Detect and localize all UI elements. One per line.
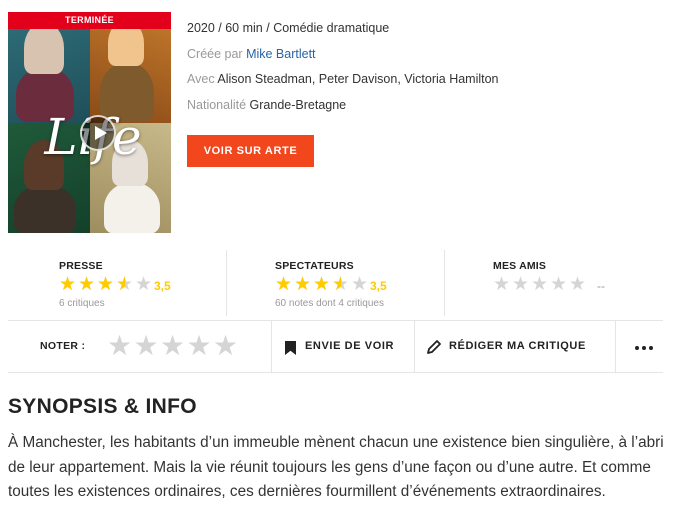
star-icon: ★ ★	[332, 274, 350, 295]
star-icon: ★	[351, 274, 369, 295]
play-icon[interactable]	[80, 115, 116, 151]
separator: /	[262, 21, 274, 35]
star-icon: ★ ★	[116, 274, 134, 295]
star-icon[interactable]: ★	[160, 332, 186, 360]
rating-value: 3,5	[154, 279, 171, 293]
rating-label: SPECTATEURS	[275, 260, 354, 272]
cast-label: Avec	[187, 72, 218, 86]
star-icon: ★ ★	[78, 274, 96, 295]
rating-count: 6 critiques	[59, 298, 105, 309]
duration: 60 min	[225, 21, 263, 35]
nationality-label: Nationalité	[187, 97, 250, 112]
rating-spectators[interactable]: SPECTATEURS ★ ★ ★ ★ ★ ★ ★ ★ ★ 3,5 60 notes dont …	[226, 250, 444, 316]
star-icon: ★ ★	[275, 274, 293, 295]
rating-label: PRESSE	[59, 260, 103, 272]
star-icon[interactable]: ★	[134, 332, 160, 360]
genre: Comédie dramatique	[273, 21, 390, 35]
separator: /	[214, 21, 226, 35]
star-icon: ★	[550, 274, 568, 295]
rating-value: --	[597, 279, 605, 293]
bookmark-icon	[285, 341, 296, 355]
action-bar: NOTER : ★ ★ ★ ★ ★ ENVIE DE VOIR RÉDIGER …	[8, 320, 663, 373]
meta-year-duration-genre: 2020 / 60 min / Comédie dramatique	[187, 20, 499, 46]
star-icon: ★	[512, 274, 530, 295]
rate-label: NOTER :	[40, 340, 86, 352]
write-review-label: RÉDIGER MA CRITIQUE	[449, 340, 586, 352]
star-icon: ★ ★	[59, 274, 77, 295]
cast-list: Alison Steadman, Peter Davison, Victoria…	[217, 72, 499, 86]
rating-value: 3,5	[370, 279, 387, 293]
star-rating: ★ ★ ★ ★ ★	[493, 274, 588, 295]
creator-link[interactable]: Mike Bartlett	[246, 47, 315, 61]
pencil-icon	[427, 340, 441, 354]
meta-creator: Créée par Mike Bartlett	[187, 46, 499, 72]
poster-figure	[24, 22, 64, 74]
meta-nationality: Nationalité Grande-Bretagne	[187, 97, 499, 123]
star-icon: ★	[569, 274, 587, 295]
series-poster[interactable]: Life TERMINÉE	[8, 12, 171, 233]
star-icon: ★	[135, 274, 153, 295]
ratings-bar: PRESSE ★ ★ ★ ★ ★ ★ ★ ★ ★ 3,5 6 critiques SPECTAT…	[8, 250, 663, 316]
status-badge: TERMINÉE	[8, 12, 171, 29]
year: 2020	[187, 21, 215, 35]
wishlist-button[interactable]: ENVIE DE VOIR	[271, 321, 414, 372]
series-meta: 2020 / 60 min / Comédie dramatique Créée…	[187, 20, 499, 122]
wishlist-label: ENVIE DE VOIR	[305, 340, 395, 352]
star-rating: ★ ★ ★ ★ ★ ★ ★ ★ ★	[275, 274, 370, 295]
meta-cast: Avec Alison Steadman, Peter Davison, Vic…	[187, 71, 499, 97]
synopsis-text: À Manchester, les habitants d’un immeubl…	[8, 434, 664, 500]
more-dots-icon	[635, 346, 653, 350]
rating-count: 60 notes dont 4 critiques	[275, 298, 384, 309]
write-review-button[interactable]: RÉDIGER MA CRITIQUE	[414, 321, 615, 372]
star-icon[interactable]: ★	[107, 332, 133, 360]
star-icon: ★	[531, 274, 549, 295]
rating-press[interactable]: PRESSE ★ ★ ★ ★ ★ ★ ★ ★ ★ 3,5 6 critiques	[8, 250, 226, 316]
user-rating-input[interactable]: ★ ★ ★ ★ ★	[107, 332, 240, 360]
star-icon[interactable]: ★	[187, 332, 213, 360]
star-rating: ★ ★ ★ ★ ★ ★ ★ ★ ★	[59, 274, 154, 295]
synopsis-heading: SYNOPSIS & INFO	[8, 395, 197, 418]
rating-friends[interactable]: MES AMIS ★ ★ ★ ★ ★ --	[444, 250, 663, 316]
star-icon: ★ ★	[97, 274, 115, 295]
poster-figure	[14, 184, 76, 233]
star-icon: ★	[493, 274, 511, 295]
more-options-button[interactable]	[615, 321, 663, 372]
created-label: Créée par	[187, 46, 247, 61]
watch-on-arte-button[interactable]: VOIR SUR ARTE	[187, 135, 314, 167]
rating-label: MES AMIS	[493, 260, 547, 272]
star-icon: ★ ★	[294, 274, 312, 295]
poster-figure	[104, 182, 160, 233]
star-icon: ★ ★	[313, 274, 331, 295]
nationality: Grande-Bretagne	[249, 97, 347, 112]
star-icon[interactable]: ★	[213, 332, 239, 360]
